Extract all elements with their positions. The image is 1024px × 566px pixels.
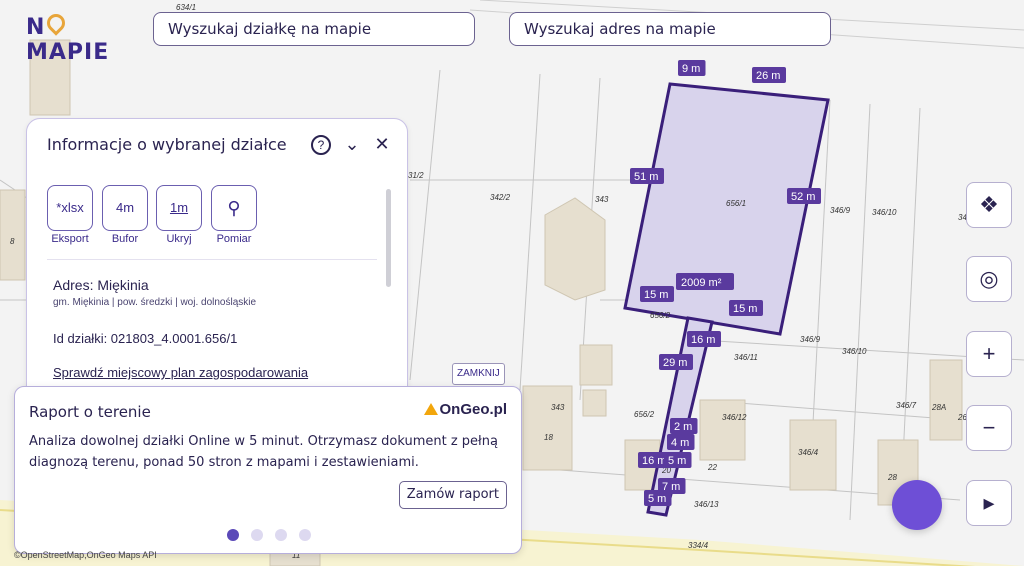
chat-icon[interactable] bbox=[892, 480, 942, 530]
measurement-label: 15 m bbox=[644, 289, 668, 301]
report-title: Raport o terenie bbox=[29, 403, 151, 421]
address-details: gm. Miękinia | pow. średzki | woj. dolno… bbox=[53, 297, 257, 308]
buffer-label: Bufor bbox=[111, 233, 139, 245]
panel-scrollbar[interactable] bbox=[386, 189, 391, 287]
carousel-dot[interactable] bbox=[299, 529, 311, 541]
parcel-number: 28A bbox=[931, 403, 946, 412]
parcel-number: 346/7 bbox=[896, 401, 917, 410]
report-description: Analiza dowolnej działki Online w 5 minu… bbox=[29, 434, 498, 470]
parcel-number: 346/9 bbox=[800, 335, 821, 344]
parcel-number: 346/11 bbox=[734, 353, 758, 362]
app-logo[interactable]: N MAPIE bbox=[26, 10, 110, 65]
measurement-label: 4 m bbox=[671, 437, 689, 449]
measurement-label: 26 m bbox=[756, 70, 780, 82]
parcel-number: 634/1 bbox=[176, 3, 196, 12]
parcel-number: 346/4 bbox=[798, 448, 819, 457]
parcel-number: 346/13 bbox=[694, 500, 719, 509]
play-icon[interactable]: ▸ bbox=[966, 480, 1012, 526]
parcel-number: 28 bbox=[887, 473, 897, 482]
report-card: Raport o terenie OnGeo.pl Analiza dowoln… bbox=[14, 386, 522, 554]
hide-button[interactable]: 1m bbox=[156, 185, 202, 231]
parcel-number: 346/10 bbox=[872, 208, 897, 217]
parcel-number: 656/1 bbox=[726, 199, 746, 208]
measurement-label: 15 m bbox=[733, 303, 757, 315]
measurement-label: 2 m bbox=[674, 421, 692, 433]
ongeo-triangle-icon bbox=[423, 403, 438, 415]
export-label: Eksport bbox=[51, 233, 89, 245]
logo-text: MAPIE bbox=[26, 40, 110, 65]
address-text: Adres: Miękinia bbox=[53, 277, 149, 293]
logo-text: N bbox=[26, 15, 46, 40]
map-credit: ©OpenStreetMap,OnGeo Maps API bbox=[14, 550, 157, 560]
measurement-label: 16 m bbox=[691, 334, 715, 346]
zoom-in-icon[interactable]: + bbox=[966, 331, 1012, 377]
area-label: 2009 m² bbox=[681, 277, 722, 289]
measurement-label: 29 m bbox=[663, 357, 687, 369]
divider bbox=[47, 259, 377, 260]
zoom-out-icon[interactable]: − bbox=[966, 405, 1012, 451]
brand-text: OnGeo.pl bbox=[439, 401, 508, 418]
parcel-number: 346/10 bbox=[842, 347, 867, 356]
carousel-dot[interactable] bbox=[227, 529, 239, 541]
parcel-info-panel: Informacje o wybranej działce ? ⌄ ✕ *xls… bbox=[26, 118, 408, 408]
parcel-number: 334/4 bbox=[688, 541, 709, 550]
locate-icon[interactable]: ◎ bbox=[966, 256, 1012, 302]
measurement-label: 16 m bbox=[642, 455, 666, 467]
parcel-number: 346/9 bbox=[830, 206, 851, 215]
parcel-number: 8 bbox=[10, 237, 15, 246]
ongeo-logo: OnGeo.pl bbox=[423, 401, 508, 418]
export-button[interactable]: *xlsx bbox=[47, 185, 93, 231]
measurement-label: 9 m bbox=[682, 63, 700, 75]
parcel-number: 22 bbox=[707, 463, 717, 472]
layers-icon[interactable]: ❖ bbox=[966, 182, 1012, 228]
parcel-number: 342/2 bbox=[490, 193, 511, 202]
panel-title: Informacje o wybranej działce bbox=[47, 135, 287, 154]
zoning-plan-link[interactable]: Sprawdź miejscowy plan zagospodarowania bbox=[53, 365, 308, 380]
order-report-button[interactable]: Zamów raport bbox=[398, 481, 507, 509]
measurement-label: 52 m bbox=[791, 191, 815, 203]
carousel-dot[interactable] bbox=[251, 529, 263, 541]
measurement-label: 5 m bbox=[648, 493, 666, 505]
parcel-number: 656/2 bbox=[650, 311, 671, 320]
buffer-button[interactable]: 4m bbox=[102, 185, 148, 231]
parcel-number: 343 bbox=[595, 195, 609, 204]
chevron-down-icon[interactable]: ⌄ bbox=[341, 133, 363, 155]
measure-label: Pomiar bbox=[216, 233, 252, 245]
address-search-input[interactable]: Wyszukaj adres na mapie bbox=[509, 12, 831, 46]
measurement-label: 51 m bbox=[634, 171, 658, 183]
help-icon[interactable]: ? bbox=[311, 135, 331, 155]
hide-label: Ukryj bbox=[166, 233, 192, 245]
carousel-dot[interactable] bbox=[275, 529, 287, 541]
parcel-number: 346/12 bbox=[722, 413, 747, 422]
parcel-search-input[interactable]: Wyszukaj działkę na mapie bbox=[153, 12, 475, 46]
map-pin-icon bbox=[43, 10, 70, 36]
close-report-button[interactable]: ZAMKNIJ bbox=[452, 363, 505, 385]
close-icon[interactable]: ✕ bbox=[371, 133, 393, 155]
parcel-number: 656/2 bbox=[634, 410, 655, 419]
measure-icon[interactable]: ⚲ bbox=[211, 185, 257, 231]
parcel-number: 18 bbox=[544, 433, 553, 442]
parcel-id: Id działki: 021803_4.0001.656/1 bbox=[53, 331, 238, 346]
parcel-number: 343 bbox=[551, 403, 565, 412]
measurement-label: 5 m bbox=[668, 455, 686, 467]
parcel-number: 31/2 bbox=[408, 171, 424, 180]
